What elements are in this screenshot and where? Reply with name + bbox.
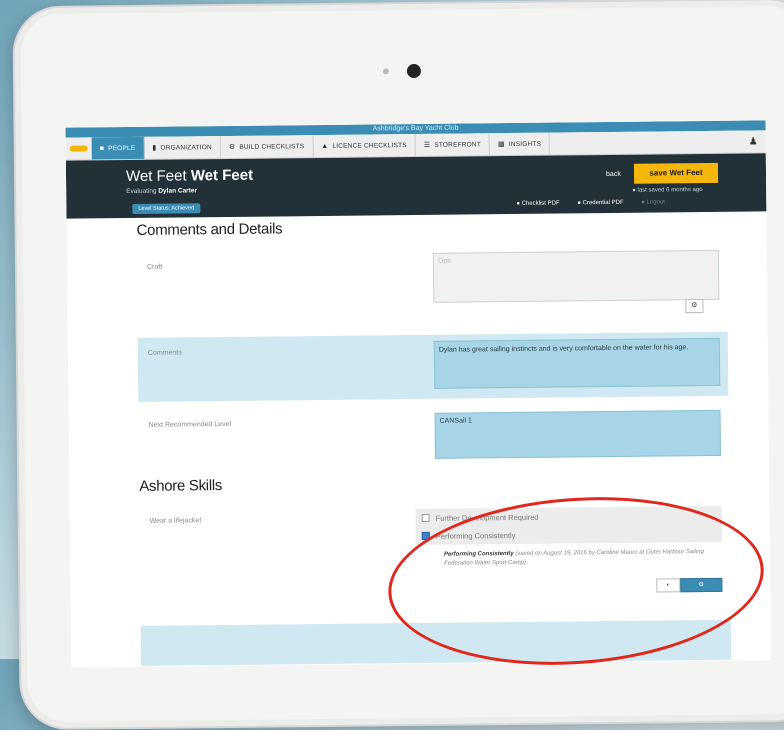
building-icon: ▮ — [152, 144, 157, 152]
tab-storefront[interactable]: ☰ STOREFRONT — [415, 133, 491, 157]
user-icon[interactable]: ♟ — [741, 136, 766, 147]
store-icon: ☰ — [423, 141, 431, 149]
back-link[interactable]: back — [606, 171, 621, 178]
comments-row: Comments Dylan has great sailing instinc… — [137, 331, 729, 402]
sensor-dot — [382, 68, 389, 75]
page-title: Wet Feet Wet Feet — [125, 166, 254, 186]
tab-licence-checklists[interactable]: ▲ LICENCE CHECKLISTS — [313, 134, 416, 158]
section-title-ashore-skills: Ashore Skills — [139, 477, 223, 495]
people-icon: ■ — [99, 144, 105, 152]
save-button[interactable]: save Wet Feet — [633, 162, 719, 184]
header-links: ● Checklist PDF ● Credential PDF ● Logou… — [516, 199, 681, 207]
checkbox-further-development[interactable] — [421, 513, 430, 522]
comments-label: Comments — [147, 349, 182, 357]
warning-icon: ▲ — [321, 142, 329, 150]
gear-icon: ⚙ — [691, 302, 698, 310]
page-header: Wet Feet Wet Feet Evaluating Dylan Carte… — [65, 153, 767, 219]
next-level-label: Next Recommended Level — [148, 420, 232, 429]
last-saved-text: ● last saved 6 months ago — [632, 187, 703, 194]
craft-settings-button[interactable]: ⚙ — [685, 299, 704, 314]
status-badge: Level Status: Achieved — [132, 203, 201, 214]
craft-field[interactable]: Opti — [432, 249, 720, 303]
chart-icon: ▩ — [497, 141, 505, 149]
tab-people[interactable]: ■ PEOPLE — [91, 136, 145, 160]
section-title-comments: Comments and Details — [136, 220, 283, 239]
next-level-row: Next Recommended Level CANSail 1 — [138, 406, 729, 466]
tab-organization[interactable]: ▮ ORGANIZATION — [144, 136, 221, 159]
checklist-pdf-link[interactable]: ● Checklist PDF — [516, 200, 567, 207]
gear-icon: ⚙ — [228, 143, 236, 151]
craft-label: Craft — [146, 263, 163, 271]
next-level-field[interactable]: CANSail 1 — [434, 409, 721, 459]
craft-row: Craft Opti ⚙ — [137, 244, 728, 324]
logout-link[interactable]: ● Logout — [641, 199, 673, 205]
skill-label: Wear a lifejacket — [149, 517, 202, 525]
credential-pdf-link[interactable]: ● Credential PDF — [577, 200, 631, 206]
tab-build-checklists[interactable]: ⚙ BUILD CHECKLISTS — [220, 135, 314, 159]
clock-icon: ● — [632, 187, 636, 194]
comments-textarea[interactable]: Dylan has great sailing instincts and is… — [433, 337, 721, 389]
evaluating-subtitle: Evaluating Dylan Carter — [126, 187, 198, 196]
camera-icon — [406, 63, 422, 79]
app-logo[interactable] — [66, 137, 92, 159]
tab-insights[interactable]: ▩ INSIGHTS — [489, 132, 551, 156]
